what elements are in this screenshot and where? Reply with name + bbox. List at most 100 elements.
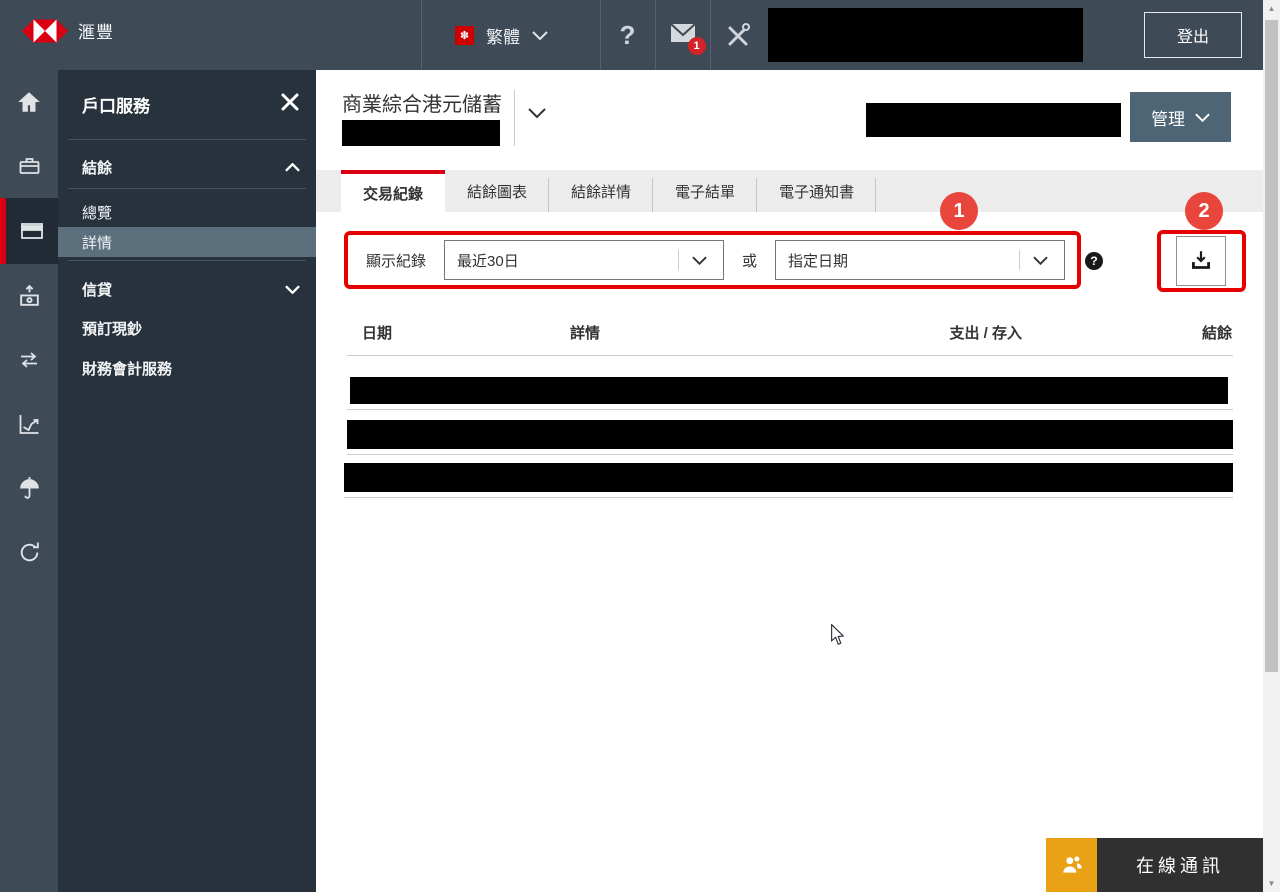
redacted-table-row (347, 420, 1233, 449)
tab-eadvices[interactable]: 電子通知書 (757, 170, 876, 212)
question-icon: ? (620, 20, 636, 51)
notification-badge: 1 (688, 37, 706, 55)
nav-icon-rail (0, 70, 58, 892)
sidebar-item-order-cash[interactable]: 預訂現鈔 (58, 313, 316, 343)
help-menu-button[interactable]: ? (600, 0, 655, 70)
tab-balance-details[interactable]: 結餘詳情 (549, 170, 653, 212)
redacted-table-row (350, 377, 1228, 404)
redacted-balance (866, 103, 1121, 137)
divider (68, 139, 306, 140)
vertical-scrollbar[interactable]: ▲ ▼ (1263, 0, 1280, 892)
language-label: 繁體 (486, 23, 520, 48)
close-icon[interactable] (280, 92, 300, 112)
manage-label: 管理 (1151, 105, 1185, 130)
annotation-box-2 (1157, 230, 1246, 292)
tab-label: 電子結單 (675, 181, 735, 202)
tab-transactions[interactable]: 交易紀錄 (341, 170, 445, 212)
manage-button[interactable]: 管理 (1130, 92, 1231, 142)
logout-button[interactable]: 登出 (1144, 12, 1242, 58)
panel-title: 戶口服務 (82, 92, 150, 117)
rail-item-investments[interactable] (0, 392, 58, 456)
specific-date-value: 指定日期 (788, 250, 848, 271)
divider (347, 355, 1233, 356)
annotation-box-1: 顯示紀錄 最近30日 或 指定日期 (344, 231, 1081, 289)
chat-people-icon (1046, 838, 1097, 892)
cash-deposit-icon (17, 284, 42, 309)
column-header-paid-out-in: 支出 / 存入 (882, 322, 1022, 343)
hsbc-hexagon-icon (22, 19, 68, 43)
chevron-up-icon (285, 159, 300, 176)
sidebar-item-label: 詳情 (82, 232, 112, 253)
tab-bar: 交易紀錄 結餘圖表 結餘詳情 電子結單 電子通知書 (316, 170, 1263, 212)
messages-button[interactable]: 1 (655, 0, 710, 70)
briefcase-icon (17, 154, 42, 178)
sidebar-item-credit[interactable]: 信貸 (58, 274, 316, 304)
rail-item-deposits[interactable] (0, 264, 58, 328)
tab-balance-chart[interactable]: 結餘圖表 (445, 170, 549, 212)
tab-label: 結餘詳情 (571, 181, 631, 202)
mail-icon: 1 (670, 23, 696, 48)
redacted-user-name (768, 8, 1083, 62)
divider (68, 260, 306, 261)
hsbc-logo[interactable]: 滙豐 (22, 18, 114, 43)
chevron-down-icon (692, 252, 707, 269)
rail-item-products[interactable] (0, 134, 58, 198)
settings-button[interactable] (710, 0, 766, 70)
sidebar-item-balances[interactable]: 結餘 (58, 152, 316, 182)
specific-date-dropdown[interactable]: 指定日期 (775, 240, 1065, 280)
divider (68, 188, 306, 189)
scrollbar-thumb[interactable] (1265, 20, 1278, 672)
sidebar-item-overview[interactable]: 總覽 (58, 197, 316, 227)
tools-icon (725, 22, 751, 48)
tab-label: 電子通知書 (779, 181, 854, 202)
account-services-panel: 戶口服務 結餘 總覽 詳情 信貸 預訂現鈔 財務會計服務 (58, 70, 316, 892)
rail-item-refresh[interactable] (0, 520, 58, 584)
or-label: 或 (742, 250, 757, 271)
rail-item-insurance[interactable] (0, 456, 58, 520)
rail-item-transfers[interactable] (0, 328, 58, 392)
divider (347, 454, 1233, 455)
top-header: 滙豐 ✽ 繁體 ? 1 登出 (0, 0, 1280, 70)
column-header-details: 詳情 (570, 322, 600, 343)
filter-help-icon[interactable]: ? (1085, 252, 1103, 270)
sidebar-item-label: 結餘 (82, 157, 112, 178)
divider (514, 90, 515, 146)
annotation-step-1: 1 (940, 192, 978, 230)
hk-flag-icon: ✽ (455, 26, 474, 45)
home-icon (16, 90, 42, 114)
umbrella-icon (17, 476, 42, 501)
rail-item-accounts[interactable] (0, 198, 58, 264)
brand-name: 滙豐 (78, 18, 114, 43)
sidebar-item-label: 信貸 (82, 279, 112, 300)
scroll-up-arrow[interactable]: ▲ (1263, 0, 1280, 17)
chevron-down-icon (285, 281, 300, 298)
redacted-table-row (344, 463, 1233, 492)
main-content: 商業綜合港元儲蓄 管理 交易紀錄 結餘圖表 結餘詳情 電子結單 電子通知書 顯示… (316, 70, 1263, 892)
chevron-down-icon (1195, 113, 1210, 122)
annotation-step-2: 2 (1185, 192, 1223, 230)
date-range-dropdown[interactable]: 最近30日 (444, 240, 724, 280)
filter-label: 顯示紀錄 (366, 250, 426, 271)
sidebar-item-label: 預訂現鈔 (82, 318, 142, 339)
chevron-down-icon (1033, 252, 1048, 269)
column-header-date: 日期 (362, 322, 392, 343)
sidebar-item-details[interactable]: 詳情 (58, 227, 316, 257)
sidebar-item-accounting-services[interactable]: 財務會計服務 (58, 353, 316, 383)
scroll-down-arrow[interactable]: ▼ (1263, 875, 1280, 892)
language-selector[interactable]: ✽ 繁體 (455, 0, 548, 70)
account-name: 商業綜合港元儲蓄 (342, 88, 502, 117)
live-chat-button[interactable]: 在線通訊 (1046, 838, 1263, 892)
sidebar-item-label: 總覽 (82, 202, 112, 223)
chevron-down-icon (532, 31, 548, 40)
divider (421, 0, 422, 70)
date-range-value: 最近30日 (457, 250, 519, 271)
account-switcher-chevron[interactable] (528, 106, 546, 124)
rail-item-home[interactable] (0, 70, 58, 134)
divider (344, 497, 1233, 498)
column-header-balance: 結餘 (1132, 322, 1232, 343)
transfer-icon (16, 348, 42, 372)
refresh-icon (17, 540, 42, 565)
tab-estatements[interactable]: 電子結單 (653, 170, 757, 212)
chart-icon (17, 412, 42, 436)
card-icon (19, 219, 45, 243)
